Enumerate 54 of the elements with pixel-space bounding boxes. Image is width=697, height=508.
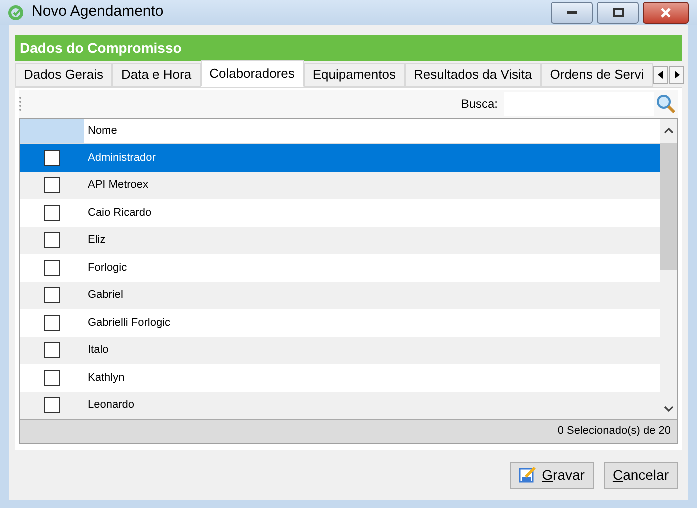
checkbox[interactable]	[44, 232, 60, 248]
search-icon	[656, 94, 676, 114]
up-chevron-icon	[664, 127, 674, 135]
table-cell-text: Kathlyn	[87, 370, 126, 386]
scrollbar[interactable]	[660, 119, 677, 419]
table-cell-text: API Metroex	[87, 178, 150, 193]
right-triangle-icon	[674, 71, 680, 79]
table-row[interactable]: Italo	[20, 336, 660, 364]
tab[interactable]: Resultados da Visita	[404, 63, 542, 87]
table-cell-text: Caio Ricardo	[87, 206, 153, 220]
checkbox[interactable]	[44, 314, 60, 331]
table-cell-text: Eliz	[87, 233, 107, 248]
section-header: Dados do Compromisso	[15, 35, 682, 61]
tab-scroll-left-button[interactable]	[653, 66, 668, 84]
tab[interactable]: Dados Gerais	[15, 63, 112, 87]
table-cell-text: Gabriel	[87, 288, 124, 303]
table-row[interactable]: Eliz	[20, 226, 660, 254]
close-button[interactable]	[643, 2, 689, 24]
table-row[interactable]: Gabriel	[20, 282, 660, 309]
table-cell-text: Administrador	[87, 150, 157, 166]
search-label: Busca:	[461, 96, 498, 113]
tab-scroll-right-button[interactable]	[669, 66, 684, 84]
maximize-button[interactable]	[597, 2, 639, 24]
checkbox[interactable]	[44, 260, 60, 276]
tab[interactable]: Equipamentos	[304, 63, 405, 87]
checkbox[interactable]	[44, 150, 60, 166]
window-title: Novo Agendamento	[32, 2, 164, 22]
table-cell-text: Forlogic	[87, 260, 128, 276]
selection-count: 0 Selecionado(s) de 20	[558, 424, 671, 440]
table-row[interactable]: Leonardo	[20, 392, 660, 419]
down-chevron-icon	[664, 405, 674, 413]
search-button[interactable]	[654, 92, 678, 116]
close-icon	[660, 8, 672, 18]
cancel-button[interactable]: Cancelar	[604, 462, 678, 488]
minimize-button[interactable]	[551, 2, 593, 24]
table-cell-text: Gabrielli Forlogic	[87, 316, 172, 330]
app-logo-icon	[8, 4, 24, 20]
left-triangle-icon	[658, 71, 664, 79]
toolbar-grip-icon	[19, 96, 22, 112]
tab[interactable]: Data e Hora	[112, 63, 201, 87]
table-cell-text: Italo	[87, 343, 110, 358]
checkbox[interactable]	[44, 204, 60, 221]
table-row[interactable]: Administrador	[20, 144, 660, 172]
checkbox[interactable]	[44, 370, 60, 386]
checkbox[interactable]	[44, 287, 60, 304]
edit-icon	[519, 466, 538, 484]
tab[interactable]: Colaboradores	[200, 60, 304, 87]
checkbox[interactable]	[44, 342, 60, 358]
checkbox[interactable]	[44, 397, 60, 414]
table-row[interactable]: API Metroex	[20, 172, 660, 199]
table-cell-text: Leonardo	[87, 398, 136, 413]
tab[interactable]: Ordens de Servi	[541, 63, 654, 87]
save-button[interactable]: Gravar	[510, 462, 594, 488]
checkbox[interactable]	[44, 177, 60, 194]
